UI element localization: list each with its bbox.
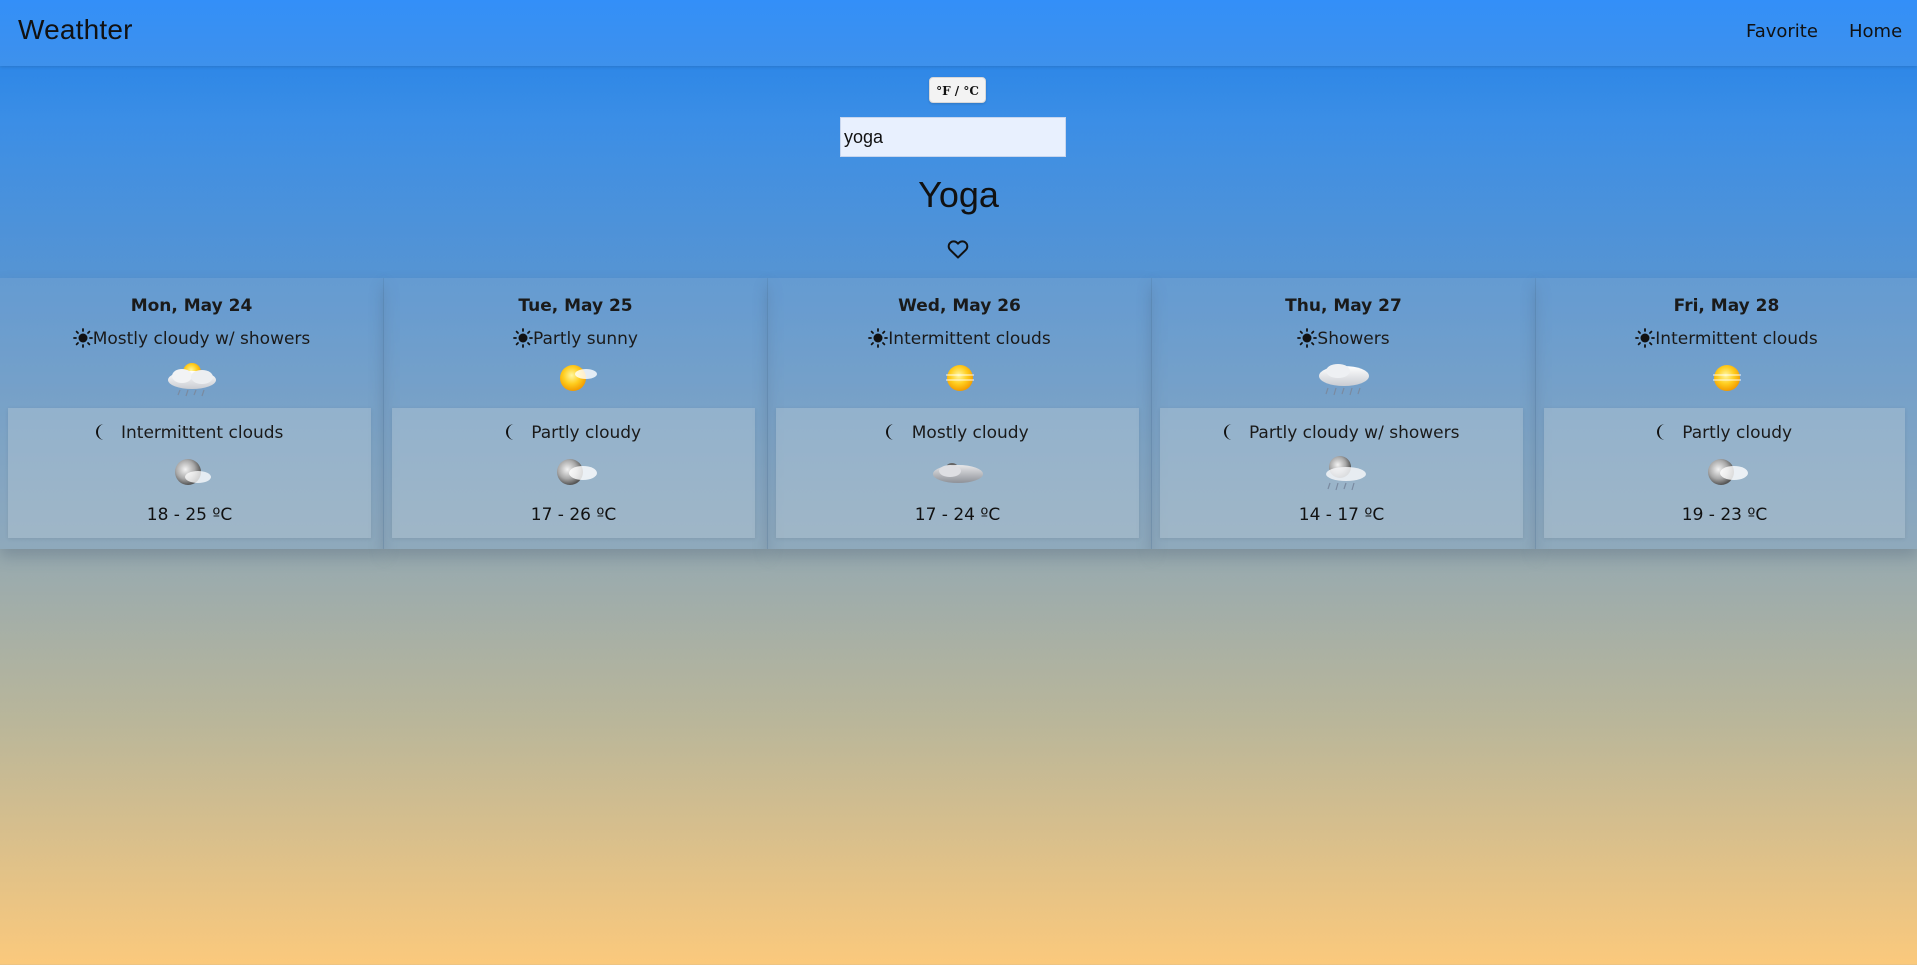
forecast-row: Mon, May 24 Mostly cloudy w/ showers Int… bbox=[0, 278, 1917, 549]
city-title: Yoga bbox=[918, 174, 999, 215]
cloud-sun-showers-icon bbox=[167, 363, 216, 397]
night-panel: Partly cloudy 19 - 23 ºC bbox=[1544, 408, 1905, 538]
sun-cloud-icon bbox=[559, 365, 597, 391]
sun-icon bbox=[513, 328, 533, 348]
night-panel: Intermittent clouds 18 - 25 ºC bbox=[8, 408, 371, 538]
sun-haze-icon bbox=[1712, 365, 1741, 391]
temperature-range: 14 - 17 ºC bbox=[1298, 505, 1385, 525]
unit-toggle-button[interactable]: °F / °C bbox=[929, 77, 986, 103]
moon-icon bbox=[1656, 424, 1665, 440]
clouds-icon bbox=[932, 463, 983, 483]
forecast-card-mon: Mon, May 24 Mostly cloudy w/ showers Int… bbox=[0, 278, 384, 549]
forecast-date: Mon, May 24 bbox=[130, 296, 253, 316]
heart-icon[interactable] bbox=[946, 237, 970, 261]
moon-cloud-icon bbox=[1707, 459, 1748, 485]
day-condition: Mostly cloudy w/ showers bbox=[0, 328, 383, 349]
sun-haze-icon bbox=[945, 365, 974, 391]
moon-cloud-icon bbox=[556, 459, 597, 485]
sun-icon bbox=[1297, 328, 1318, 348]
forecast-date: Wed, May 26 bbox=[898, 296, 1021, 316]
day-condition: Intermittent clouds bbox=[768, 328, 1151, 349]
day-condition: Intermittent clouds bbox=[1536, 328, 1917, 349]
forecast-card-fri: Fri, May 28 Intermittent clouds Partly c… bbox=[1536, 278, 1917, 549]
sun-icon bbox=[1635, 328, 1656, 348]
night-condition: Mostly cloudy bbox=[776, 422, 1139, 443]
sun-icon bbox=[868, 328, 889, 348]
forecast-card-thu: Thu, May 27 Showers Partly cloudy w/ sho… bbox=[1152, 278, 1536, 549]
moon-icon bbox=[95, 424, 104, 440]
moon-cloud-icon bbox=[174, 459, 211, 485]
night-condition-text: Mostly cloudy bbox=[911, 423, 1029, 443]
moon-icon bbox=[886, 424, 895, 440]
temperature-range: 19 - 23 ºC bbox=[1681, 505, 1768, 525]
night-panel: Mostly cloudy 17 - 24 ºC bbox=[776, 408, 1139, 538]
night-condition-text: Partly cloudy bbox=[1682, 423, 1793, 443]
night-condition: Partly cloudy w/ showers bbox=[1160, 422, 1523, 443]
sun-icon bbox=[72, 328, 93, 348]
nav-link-home[interactable]: Home bbox=[1849, 21, 1902, 42]
night-condition-text: Intermittent clouds bbox=[120, 423, 284, 443]
forecast-date: Tue, May 25 bbox=[518, 296, 633, 316]
night-panel: Partly cloudy 17 - 26 ºC bbox=[392, 408, 755, 538]
temperature-range: 17 - 24 ºC bbox=[914, 505, 1001, 525]
night-condition-text: Partly cloudy bbox=[531, 423, 642, 443]
night-panel: Partly cloudy w/ showers 14 - 17 ºC bbox=[1160, 408, 1523, 538]
navbar: Weathter Favorite Home bbox=[0, 0, 1917, 66]
day-condition-text: Mostly cloudy w/ showers bbox=[92, 329, 311, 349]
cloud-showers-icon bbox=[1318, 364, 1369, 396]
forecast-date: Fri, May 28 bbox=[1673, 296, 1780, 316]
day-condition-text: Intermittent clouds bbox=[888, 329, 1051, 349]
temperature-range: 18 - 25 ºC bbox=[146, 505, 233, 525]
night-condition: Intermittent clouds bbox=[8, 422, 371, 443]
day-condition-text: Showers bbox=[1317, 329, 1390, 349]
nav-link-favorite[interactable]: Favorite bbox=[1746, 21, 1818, 42]
temperature-range: 17 - 26 ºC bbox=[530, 505, 617, 525]
day-condition: Showers bbox=[1152, 328, 1535, 349]
night-condition-text: Partly cloudy w/ showers bbox=[1248, 423, 1460, 443]
city-search-input[interactable] bbox=[840, 117, 1066, 157]
day-condition: Partly sunny bbox=[384, 328, 767, 349]
night-condition: Partly cloudy bbox=[1544, 422, 1905, 443]
forecast-card-wed: Wed, May 26 Intermittent clouds Mostly c… bbox=[768, 278, 1152, 549]
moon-cloud-showers-icon bbox=[1325, 456, 1366, 491]
night-condition: Partly cloudy bbox=[392, 422, 755, 443]
moon-icon bbox=[1223, 424, 1232, 440]
brand-logo[interactable]: Weathter bbox=[18, 14, 133, 46]
day-condition-text: Intermittent clouds bbox=[1655, 329, 1818, 349]
forecast-date: Thu, May 27 bbox=[1285, 296, 1402, 316]
day-condition-text: Partly sunny bbox=[533, 329, 638, 349]
moon-icon bbox=[505, 424, 514, 440]
forecast-card-tue: Tue, May 25 Partly sunny Partly cloudy 1… bbox=[384, 278, 768, 549]
